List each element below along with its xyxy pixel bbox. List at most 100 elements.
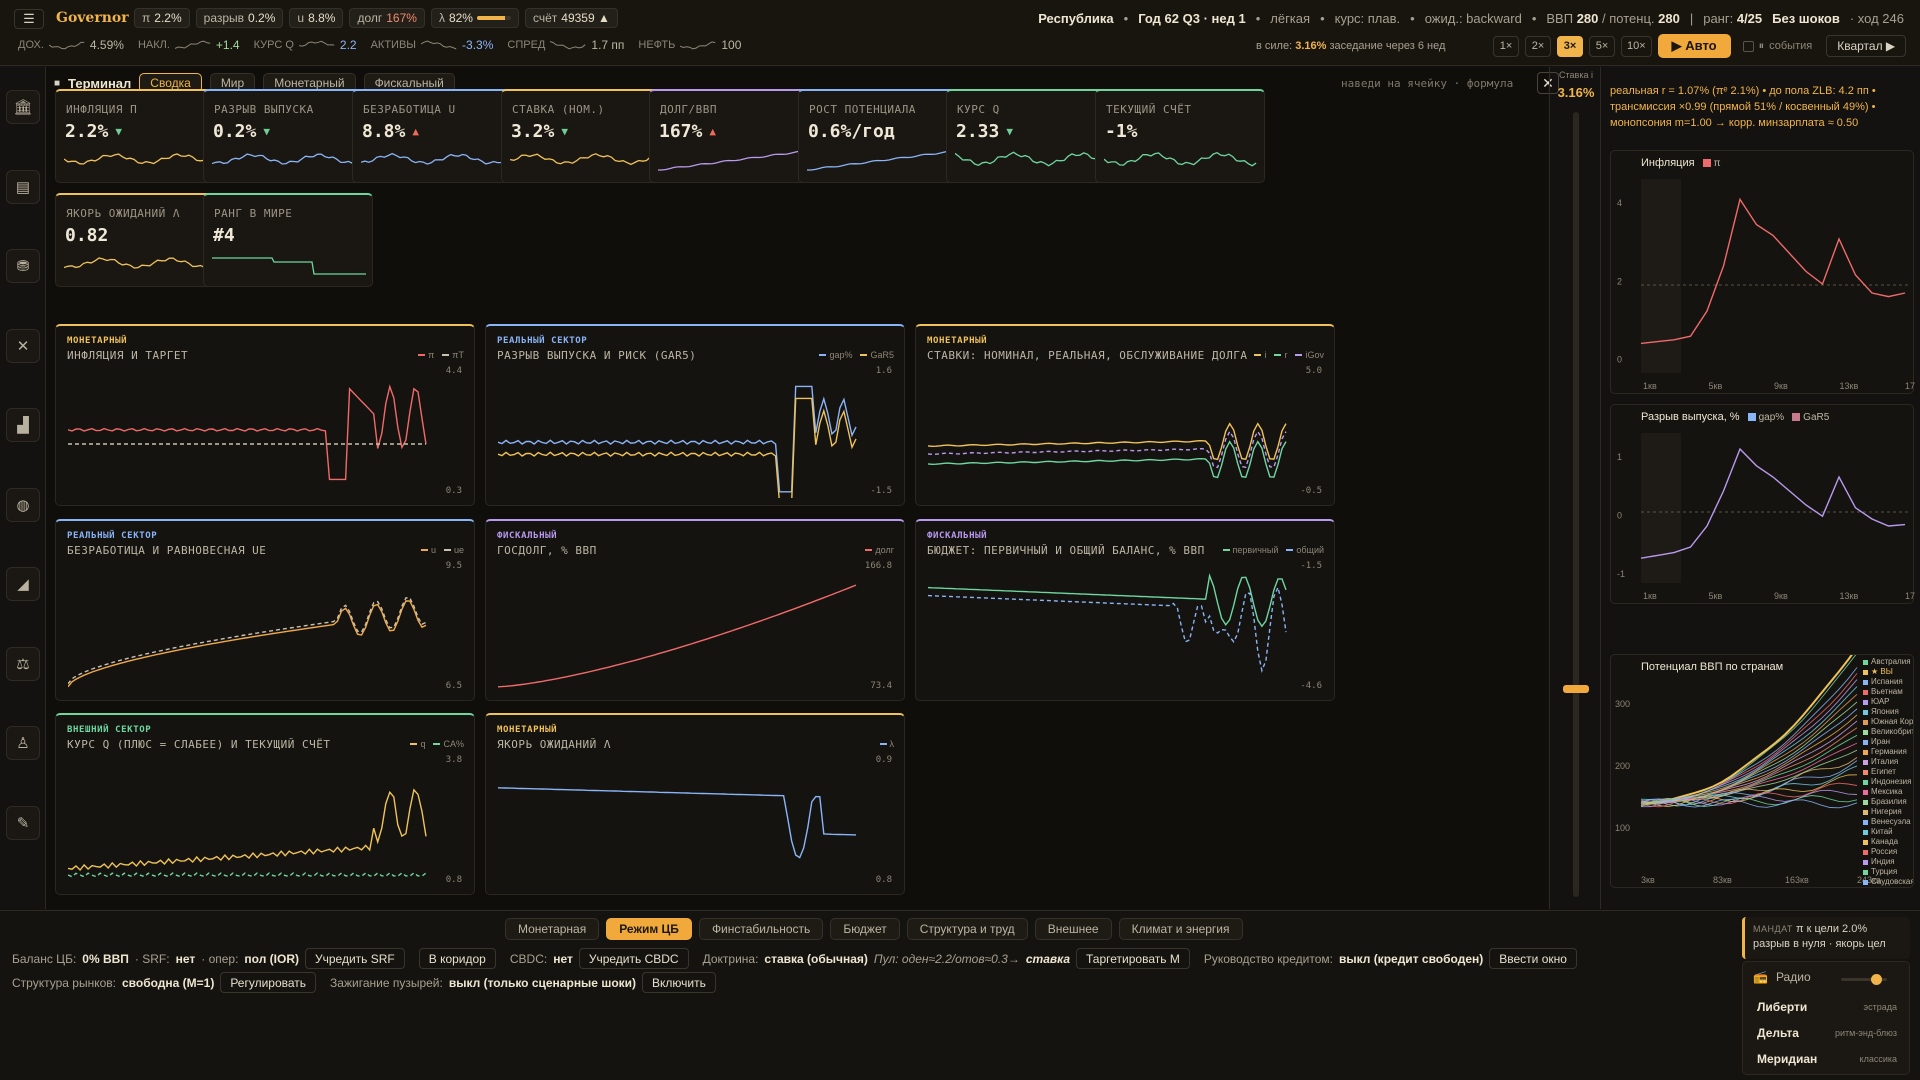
setting-button[interactable]: Таргетировать М [1076, 948, 1190, 969]
kpi-value: 8.8% ▲ [362, 121, 419, 142]
speed-3x-button[interactable]: 3× [1557, 35, 1583, 57]
setting-button[interactable]: Включить [642, 972, 716, 993]
rate-slider-handle[interactable] [1563, 685, 1589, 693]
industry-icon[interactable]: ▟ [6, 408, 40, 442]
country-legend-item: Мексика [1863, 787, 1913, 797]
note-line: монопсония m=1.00 → корр. минзарплата ≈ … [1610, 117, 1859, 129]
chart-panel[interactable]: ФИСКАЛЬНЫЙ ГОСДОЛГ, % ВВП долг 166.8 73.4 [485, 519, 905, 701]
policy-tab[interactable]: Внешнее [1034, 918, 1112, 940]
menu-button[interactable]: ☰ [14, 9, 44, 29]
policy-tab[interactable]: Режим ЦБ [606, 918, 692, 940]
kpi-card[interactable]: ДОЛГ/ВВП 167% ▲ [649, 89, 819, 183]
kpi-sparkline [955, 151, 1108, 167]
scales-icon[interactable]: ⚖ [6, 646, 40, 681]
country-legend-item: Вьетнам [1863, 687, 1913, 697]
volume-slider[interactable] [1841, 974, 1887, 985]
tools-icon[interactable]: ✕ [6, 328, 40, 363]
policy-tab[interactable]: Структура и труд [906, 918, 1028, 940]
country-legend-item: Австралия [1863, 657, 1913, 667]
policy-tab[interactable]: Бюджет [830, 918, 900, 940]
kpi-card[interactable]: БЕЗРАБОТИЦА U 8.8% ▲ [352, 89, 522, 183]
chart-panel[interactable]: РЕАЛЬНЫЙ СЕКТОР БЕЗРАБОТИЦА И РАВНОВЕСНАЯ… [55, 519, 475, 701]
country-legend-item: Турция [1863, 867, 1913, 877]
policy-tab[interactable]: Финстабильность [698, 918, 824, 940]
score-chip[interactable]: счёт 49359 ▲ [524, 8, 618, 28]
y-max-label: 0.9 [875, 755, 892, 765]
chart-panel[interactable]: МОНЕТАРНЫЙ ИНФЛЯЦИЯ И ТАРГЕТ π πT 4.4 0.3 [55, 324, 475, 506]
station-delta[interactable]: Дельта ритм-энд-блюз [1751, 1022, 1903, 1044]
setting-label: Руководство кредитом: [1203, 951, 1333, 966]
panel-plot [498, 584, 857, 688]
rate-in-force: в силе: 3.16% заседание через 6 нед [1256, 40, 1446, 52]
chart-panel[interactable]: ВНЕШНИЙ СЕКТОР КУРС Q (ПЛЮС = СЛАБЕЕ) И Т… [55, 713, 475, 895]
panel-category: ФИСКАЛЬНЫЙ [927, 531, 988, 541]
debt-chip[interactable]: долг 167% [349, 8, 425, 28]
chart-panel[interactable]: МОНЕТАРНЫЙ ЯКОРЬ ОЖИДАНИЙ Λ λ 0.9 0.8 [485, 713, 905, 895]
station-meridian[interactable]: Меридиан классика [1751, 1048, 1903, 1070]
next-quarter-button[interactable]: Квартал ▶ [1826, 35, 1907, 57]
policy-tab[interactable]: Монетарная [505, 918, 600, 940]
series-line [498, 397, 857, 498]
y-min-label: 6.5 [445, 681, 462, 691]
y-tick: -1 [1617, 569, 1625, 579]
kpi-card[interactable]: СТАВКА (НОМ.) 3.2% ▼ [501, 89, 671, 183]
legend-item: gap% [819, 350, 852, 360]
legend-item: ue [443, 545, 464, 555]
speed-2x-button[interactable]: 2× [1525, 35, 1551, 57]
output-gap-chart-title: Разрыв выпуска, % gap% GaR5 [1641, 411, 1830, 423]
worker-icon[interactable]: ♙ [6, 726, 40, 760]
money-icon[interactable]: ⛃ [6, 249, 40, 283]
potential-gdp-chart[interactable]: 300 200 100 3кв 83кв 163кв 243кв Потенциал ВВП… [1610, 654, 1914, 888]
panel-category: РЕАЛЬНЫЙ СЕКТОР [67, 531, 158, 541]
legend-item: r [1274, 350, 1287, 360]
output-gap-chart[interactable]: 1 0 -1 1кв 5кв 9кв 13кв 17кв Разрыв выпуска, % … [1610, 404, 1915, 604]
kpi-sparkline [64, 257, 217, 269]
auto-play-button[interactable]: ▶ Авто [1657, 34, 1731, 58]
policy-tab[interactable]: Климат и энергия [1118, 918, 1243, 940]
unemployment-chip[interactable]: u 8.8% [289, 8, 344, 28]
chart-panel[interactable]: РЕАЛЬНЫЙ СЕКТОР РАЗРЫВ ВЫПУСКА И РИСК (GA… [485, 324, 905, 506]
rate-slider-value: 3.16% [1557, 85, 1595, 100]
inflation-chip[interactable]: π 2.2% [134, 8, 190, 28]
setting-button[interactable]: В коридор [418, 948, 496, 969]
speed-10x-button[interactable]: 10× [1621, 35, 1652, 57]
gap-chip[interactable]: разрыв 0.2% [195, 8, 284, 28]
document-edit-icon[interactable]: ✎ [6, 805, 40, 840]
x-tick: 1кв [1643, 591, 1657, 601]
kpi-card[interactable]: КУРС Q 2.33 ▼ [946, 89, 1116, 183]
setting-button[interactable]: Ввести окно [1489, 948, 1577, 969]
game-status: Республика • Год 62 Q3 · нед 1 • лёгкая • к… [1038, 11, 1904, 26]
speed-5x-button[interactable]: 5× [1589, 35, 1615, 57]
setting-button[interactable]: Учредить SRF [304, 948, 405, 969]
setting-button[interactable]: Регулировать [220, 972, 317, 993]
kpi-card[interactable]: РАНГ В МИРЕ #4 [203, 193, 373, 287]
kpi-card[interactable]: ТЕКУЩИЙ СЧЁТ -1% [1095, 89, 1265, 183]
kpi-card[interactable]: ИНФЛЯЦИЯ Π 2.2% ▼ [55, 89, 225, 183]
country-legend-item: Канада [1863, 837, 1913, 847]
kpi-card[interactable]: РАЗРЫВ ВЫПУСКА 0.2% ▼ [203, 89, 373, 183]
legend-item: u [420, 545, 436, 555]
kpi-card[interactable]: РОСТ ПОТЕНЦИАЛА 0.6%/год [798, 89, 968, 183]
events-toggle[interactable]: ⏸ события [1742, 40, 1812, 53]
inflation-chart[interactable]: 4 2 0 1кв 5кв 9кв 13кв 17кв Инфляцияπ [1610, 150, 1915, 394]
rate-slider-track[interactable] [1573, 112, 1579, 897]
events-checkbox[interactable] [1742, 40, 1754, 52]
lambda-chip[interactable]: λ 82% [430, 8, 519, 28]
country-legend-item: Южная Корея [1863, 717, 1913, 727]
kpi-card[interactable]: ЯКОРЬ ОЖИДАНИЙ Λ 0.82 [55, 193, 225, 287]
radio-icon: 📻 [1753, 970, 1768, 984]
chart-panel[interactable]: МОНЕТАРНЫЙ СТАВКИ: НОМИНАЛ, РЕАЛЬНАЯ, ОБС… [915, 324, 1335, 506]
station-liberty[interactable]: Либерти эстрада [1751, 996, 1903, 1018]
speed-1x-button[interactable]: 1× [1493, 35, 1519, 57]
note-line: трансмиссия ×0.99 (прямой 51% / косвенны… [1610, 101, 1876, 113]
country-legend-item: Китай [1863, 827, 1913, 837]
globe-icon[interactable]: ◍ [6, 487, 40, 522]
panel-title: РАЗРЫВ ВЫПУСКА И РИСК (GAR5) [497, 349, 697, 362]
chart-panel[interactable]: ФИСКАЛЬНЫЙ БЮДЖЕТ: ПЕРВИЧНЫЙ И ОБЩИЙ БАЛА… [915, 519, 1335, 701]
bank-icon[interactable]: 🏛 [6, 90, 40, 124]
setting-button[interactable]: Учредить CBDC [578, 948, 689, 969]
y-max-label: 5.0 [1305, 366, 1322, 376]
ledger-icon[interactable]: ▤ [6, 169, 40, 204]
growth-chart-icon[interactable]: ◢ [6, 567, 40, 601]
series-line [928, 573, 1287, 628]
